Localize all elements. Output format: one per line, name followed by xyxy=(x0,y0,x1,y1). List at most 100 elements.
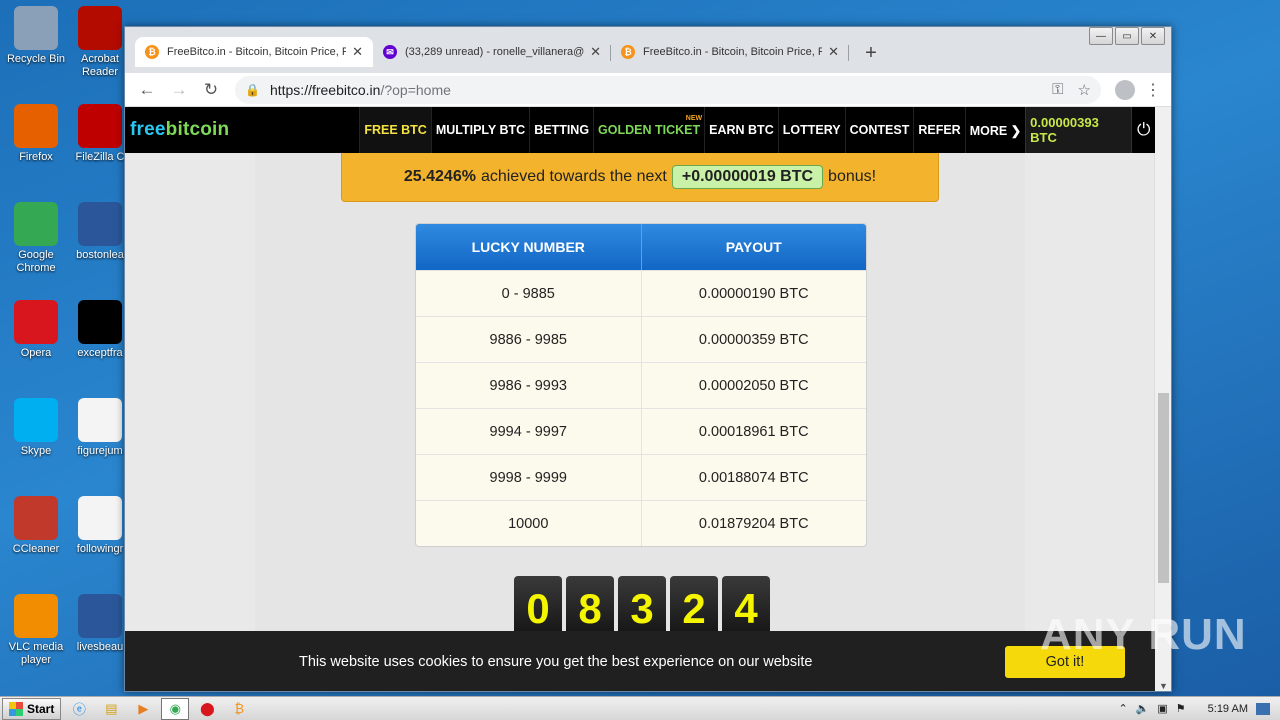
site-logo[interactable]: freebitcoin xyxy=(130,119,229,141)
address-bar[interactable]: 🔒 https://freebitco.in/?op=home ⚿ ☆ xyxy=(235,75,1101,104)
nav-item-label: EARN BTC xyxy=(709,123,774,137)
browser-window: ₿ FreeBitco.in - Bitcoin, Bitcoin Price, … xyxy=(124,26,1172,692)
network-icon[interactable]: ▣ xyxy=(1157,702,1167,715)
tab-separator xyxy=(848,45,849,61)
browser-tab-1[interactable]: ₿ FreeBitco.in - Bitcoin, Bitcoin Price, … xyxy=(135,37,373,67)
ie-taskbar-icon[interactable]: ⓔ xyxy=(65,698,93,720)
nav-item-earn-btc[interactable]: EARN BTC xyxy=(704,107,778,153)
nav-item-contest[interactable]: CONTEST xyxy=(844,107,914,153)
desktop-icon-skype[interactable]: Skype xyxy=(0,398,72,458)
url-path: /?op=home xyxy=(380,81,451,98)
acrobat-icon xyxy=(78,6,122,50)
tray-expand-icon[interactable]: ⌃ xyxy=(1118,702,1127,715)
scroll-down-arrow-icon[interactable]: ▼ xyxy=(1159,681,1168,691)
page-scrollbar[interactable]: ▼ xyxy=(1154,107,1171,691)
lucky-number-range: 9986 - 9993 xyxy=(489,377,567,394)
desktop-icon-recycle-bin[interactable]: Recycle Bin xyxy=(0,6,72,66)
tab-favicon-icon: ✉ xyxy=(383,45,397,59)
maximize-button[interactable]: ▭ xyxy=(1115,27,1139,45)
site-nav-menu: FREE BTC MULTIPLY BTC BETTING GOLDEN TICKET… xyxy=(359,107,1025,153)
media-player-taskbar-icon[interactable]: ▶ xyxy=(129,698,157,720)
browser-tab-3[interactable]: ₿ FreeBitco.in - Bitcoin, Bitcoin Price, … xyxy=(611,37,849,67)
nav-item-label: LOTTERY xyxy=(782,123,841,137)
balance-display: 0.00000393 BTC xyxy=(1025,107,1132,153)
payout-amount: 0.00000359 BTC xyxy=(640,317,867,362)
show-desktop-button[interactable] xyxy=(1256,702,1270,715)
bonus-amount: +0.00000019 BTC xyxy=(671,165,824,189)
start-button[interactable]: Start xyxy=(2,697,62,720)
opera-icon xyxy=(14,300,58,344)
back-button[interactable]: ← xyxy=(133,76,161,104)
vlc-icon xyxy=(14,594,58,638)
browser-tab-2[interactable]: ✉ (33,289 unread) - ronelle_villanera@ ✕ xyxy=(373,37,611,67)
logout-power-icon[interactable]: ⏻ xyxy=(1131,107,1155,153)
desktop-icon-label: VLC media player xyxy=(8,641,64,666)
scrollbar-thumb[interactable] xyxy=(1158,393,1169,583)
table-row: 9998 - 9999 0.00188074 BTC xyxy=(416,454,866,500)
browser-titlebar: ₿ FreeBitco.in - Bitcoin, Bitcoin Price, … xyxy=(125,27,1171,73)
nav-item-free-btc[interactable]: FREE BTC xyxy=(359,107,431,153)
payout-amount: 0.00000190 BTC xyxy=(640,271,867,316)
bonus-text-a: achieved towards the next xyxy=(480,168,667,185)
desktop-icon-label: Google Chrome xyxy=(16,249,56,274)
minimize-button[interactable]: — xyxy=(1089,27,1113,45)
word-doc-icon xyxy=(78,594,122,638)
nav-item-label: CONTEST xyxy=(849,123,910,137)
windows-flag-icon xyxy=(9,701,23,716)
close-window-button[interactable]: ✕ xyxy=(1141,27,1165,45)
table-row: 9994 - 9997 0.00018961 BTC xyxy=(416,408,866,454)
anyrun-watermark: ANY RUN xyxy=(1040,610,1247,659)
browser-menu-icon[interactable]: ⋮ xyxy=(1143,80,1163,100)
bookmark-star-icon[interactable]: ☆ xyxy=(1078,81,1091,99)
tab-close-icon[interactable]: ✕ xyxy=(590,44,601,60)
payout-table-header: LUCKY NUMBER PAYOUT xyxy=(416,224,866,270)
nav-item-label: MULTIPLY BTC xyxy=(435,123,526,137)
clock[interactable]: 5:19 AM xyxy=(1208,703,1248,715)
nav-new-badge: NEW xyxy=(685,115,703,122)
new-tab-button[interactable]: + xyxy=(857,39,885,67)
desktop-icon-label: Firefox xyxy=(19,151,53,163)
opera-taskbar-icon[interactable]: ⬤ xyxy=(193,698,221,720)
payout-column-header: LUCKY NUMBER xyxy=(471,239,585,255)
payout-amount: 0.00188074 BTC xyxy=(640,455,867,500)
forward-button[interactable]: → xyxy=(165,76,193,104)
nav-item-multiply-btc[interactable]: MULTIPLY BTC xyxy=(430,107,529,153)
desktop-icon-vlc[interactable]: VLC media player xyxy=(0,594,72,667)
desktop-icon-ccleaner[interactable]: CCleaner xyxy=(0,496,72,556)
nav-item-refer[interactable]: REFER xyxy=(913,107,964,153)
logo-part-free: free xyxy=(130,119,166,140)
volume-icon[interactable]: 🔈 xyxy=(1136,702,1150,715)
nav-item-more[interactable]: MORE ❯ xyxy=(964,107,1025,153)
key-icon[interactable]: ⚿ xyxy=(1052,81,1063,99)
nav-item-label: BETTING xyxy=(534,123,590,137)
lock-icon: 🔒 xyxy=(245,82,260,97)
start-label: Start xyxy=(27,701,55,716)
url-text: https://freebitco.in/?op=home xyxy=(270,82,1052,98)
reload-button[interactable]: ↻ xyxy=(197,76,225,104)
bonus-progress-banner: 25.4246% achieved towards the next +0.00… xyxy=(341,153,939,202)
tab-strip: ₿ FreeBitco.in - Bitcoin, Bitcoin Price, … xyxy=(135,37,885,67)
bitcoin-taskbar-icon[interactable]: ₿ xyxy=(225,698,253,720)
nav-item-label: MORE ❯ xyxy=(969,123,1022,138)
desktop-icon-firefox[interactable]: Firefox xyxy=(0,104,72,164)
tab-close-icon[interactable]: ✕ xyxy=(352,44,363,60)
desktop-icon-chrome[interactable]: Google Chrome xyxy=(0,202,72,275)
tab-close-icon[interactable]: ✕ xyxy=(828,44,839,60)
lucky-number-range: 0 - 9885 xyxy=(501,285,555,302)
explorer-taskbar-icon[interactable]: ▤ xyxy=(97,698,125,720)
tab-favicon-icon: ₿ xyxy=(621,45,635,59)
blank-file-icon xyxy=(78,496,122,540)
table-row: 9986 - 9993 0.00002050 BTC xyxy=(416,362,866,408)
chrome-taskbar-icon[interactable]: ◉ xyxy=(161,697,190,720)
lucky-number-range: 9886 - 9985 xyxy=(489,331,567,348)
chrome-icon xyxy=(14,202,58,246)
tab-title: FreeBitco.in - Bitcoin, Bitcoin Price, F xyxy=(643,46,823,58)
filezilla-icon xyxy=(78,104,122,148)
profile-avatar[interactable] xyxy=(1115,79,1135,100)
nav-item-betting[interactable]: BETTING xyxy=(529,107,593,153)
action-center-flag-icon[interactable]: ⚑ xyxy=(1176,702,1186,715)
black-file-icon xyxy=(78,300,122,344)
nav-item-lottery[interactable]: LOTTERY xyxy=(777,107,845,153)
desktop-icon-opera[interactable]: Opera xyxy=(0,300,72,360)
nav-item-golden-ticket[interactable]: GOLDEN TICKET NEW xyxy=(593,107,704,153)
